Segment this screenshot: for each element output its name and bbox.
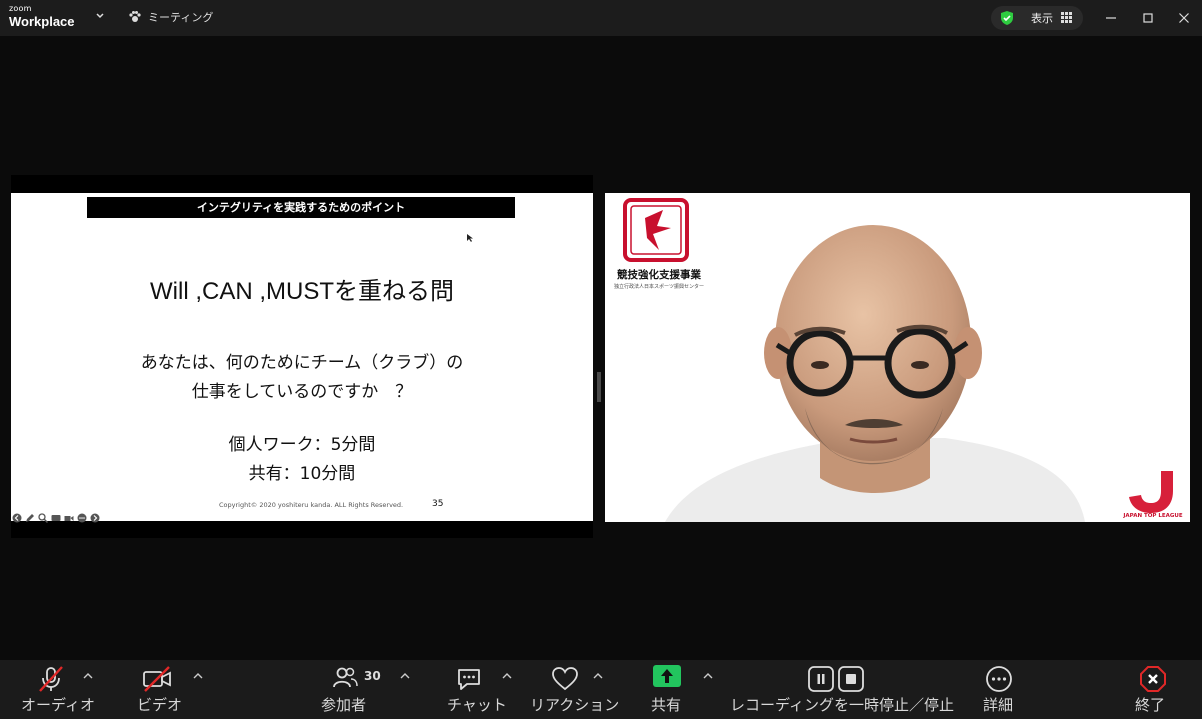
participants-button[interactable]: 30 参加者 [318,660,386,719]
reactions-options-chevron-icon[interactable] [592,672,604,680]
video-button[interactable]: ビデオ [135,660,185,719]
video-camera-muted-icon [143,666,171,692]
title-bar: zoom Workplace ミーティング 表示 [0,0,1202,36]
brand-large: Workplace [9,14,75,29]
recording-label: レコーディングを一時停止／停止 [730,696,954,714]
audio-options-chevron-icon[interactable] [82,672,94,680]
chat-options-chevron-icon[interactable] [501,672,513,680]
mouse-cursor-icon [467,234,473,242]
question-line-2: 仕事をしているのですか ？ [191,382,413,402]
share-label: 共有 [651,696,682,714]
question-line-1: あなたは、何のためにチーム（クラブ）の [140,353,464,373]
participants-count: 30 [364,669,381,683]
participants-icon [333,667,358,688]
slide-work: 個人ワーク：5分間 共有：10分間 [11,431,593,489]
close-icon[interactable] [1174,8,1194,28]
organization-subtitle: 独立行政法人日本スポーツ振興センター [614,284,704,290]
share-options-chevron-icon[interactable] [702,672,714,680]
japan-top-league-logo [1129,471,1173,513]
view-label: 表示 [1031,12,1053,25]
slide-header: インテグリティを実践するためのポイント [87,197,515,218]
chat-button[interactable]: チャット [445,660,507,719]
view-button[interactable]: 表示 [991,6,1083,30]
prev-slide-icon[interactable] [12,508,22,523]
camera-icon[interactable] [64,508,74,521]
video-label: ビデオ [137,696,183,714]
end-meeting-icon [1140,666,1166,692]
share-screen-icon [653,665,681,687]
reactions-label: リアクション [530,696,620,714]
maximize-icon[interactable] [1138,8,1158,28]
organization-logo [623,198,689,262]
organization-name: 競技強化支援事業 [617,269,701,281]
chevron-down-icon[interactable] [93,9,107,23]
slide-title: Will ,CAN ,MUSTを重ねる問 [150,278,454,305]
paw-icon [129,11,141,22]
security-shield-icon [1001,11,1013,25]
audio-button[interactable]: オーディオ [18,660,95,719]
slide-page-number: 35 [432,499,444,509]
more-label: 詳細 [983,696,1014,714]
end-label: 終了 [1135,696,1166,714]
shared-screen: インテグリティを実践するためのポイント Will ,CAN ,MUSTを重ねる問… [11,175,593,538]
slide-controls [12,508,100,524]
video-options-chevron-icon[interactable] [192,672,204,680]
slide-question: あなたは、何のためにチーム（クラブ）の 仕事をしているのですか ？ [11,349,593,407]
pause-stop-recording-icon [808,666,864,692]
participants-label: 参加者 [321,696,367,714]
meeting-info[interactable]: ミーティング [128,9,213,25]
subtitles-icon[interactable] [51,508,61,521]
league-label: JAPAN TOP LEAGUE [1123,513,1183,519]
next-slide-icon[interactable] [90,508,100,523]
panel-resize-handle[interactable] [597,372,601,402]
microphone-muted-icon [39,666,63,692]
participant-image [665,225,1085,522]
zoom-icon[interactable] [38,508,49,524]
meeting-toolbar: オーディオ ビデオ 30 参加者 チャット リアクション 共有 レコーディングを… [0,660,1202,719]
pen-icon[interactable] [25,508,35,522]
chat-icon [458,669,480,690]
work-line-2: 共有：10分間 [248,464,356,484]
more-options-icon[interactable] [77,508,87,523]
participant-video[interactable]: 競技強化支援事業 独立行政法人日本スポーツ振興センター JAPAN TOP LE… [605,193,1190,522]
slide-copyright: Copyright© 2020 yoshiteru kanda. ALL Rig… [219,501,404,509]
brand-small: zoom [9,4,32,13]
minimize-icon[interactable] [1101,8,1121,28]
audio-label: オーディオ [21,696,95,714]
participants-options-chevron-icon[interactable] [399,672,411,680]
share-screen-button[interactable]: 共有 [648,660,688,719]
meeting-label: ミーティング [148,11,214,24]
recording-control-button[interactable]: レコーディングを一時停止／停止 [727,660,954,719]
reactions-button[interactable]: リアクション [528,660,619,719]
zoom-workplace-logo[interactable]: zoom Workplace [9,4,75,29]
presentation-slide: インテグリティを実践するためのポイント Will ,CAN ,MUSTを重ねる問… [11,193,593,524]
end-meeting-button[interactable]: 終了 [1132,660,1177,719]
grid-icon [1061,12,1072,23]
chat-label: チャット [447,696,507,714]
heart-icon [552,667,578,691]
work-line-1: 個人ワーク：5分間 [228,435,376,455]
more-options-icon [986,666,1012,692]
more-button[interactable]: 詳細 [980,660,1020,719]
